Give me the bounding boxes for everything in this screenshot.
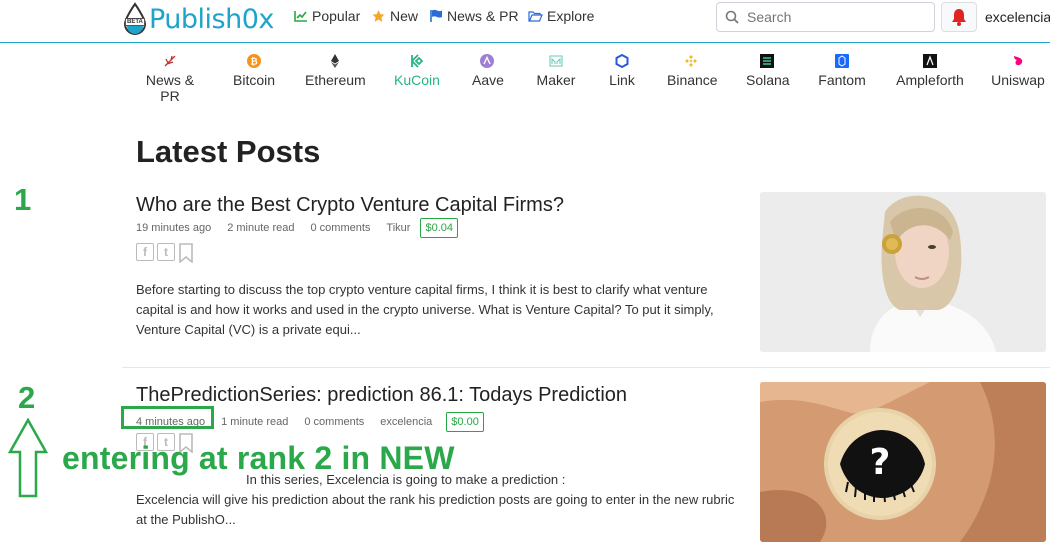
search-icon [725,10,739,24]
post-time: 19 minutes ago [136,222,212,234]
category-label: News & PR [145,72,195,104]
nav-new[interactable]: New [371,8,418,24]
facebook-share-icon[interactable]: f [136,243,154,261]
post-thumbnail-woman-coin[interactable] [760,192,1046,352]
search-box[interactable] [716,2,935,32]
fantom-icon [835,54,849,68]
category-news-pr[interactable]: News & PR [136,54,204,104]
category-label: KuCoin [394,72,440,88]
category-label: Maker [536,72,576,88]
nav-popular[interactable]: Popular [294,8,360,24]
news-feather-icon [164,55,176,67]
post-meta: 19 minutes ago 2 minute read 0 comments … [136,218,474,238]
logo-text: Publish0x [149,3,274,35]
post-excerpt: In this series, Excelencia is going to m… [136,470,741,530]
username-menu[interactable]: excelencia [985,9,1050,25]
flag-icon [430,9,442,22]
category-label: Bitcoin [233,72,276,88]
nav-explore-label: Explore [547,8,595,24]
nav-popular-label: Popular [312,8,361,24]
category-ampleforth[interactable]: Ampleforth [894,54,966,88]
star-icon [372,10,385,22]
tip-amount-badge: $0.00 [446,412,484,432]
category-label: Aave [472,72,504,88]
page-title: Latest Posts [136,134,321,169]
post-comments[interactable]: 0 comments [304,416,364,428]
category-label: Ethereum [305,72,366,88]
category-label: Solana [746,72,790,88]
ethereum-icon [331,54,339,68]
nav-news-pr-label: News & PR [447,8,519,24]
chart-line-icon [294,11,307,22]
bookmark-icon[interactable] [178,243,194,263]
post-read-time: 1 minute read [221,416,289,428]
category-label: Fantom [818,72,866,88]
post-excerpt-rest: Excelencia will give his prediction abou… [136,492,735,527]
category-binance[interactable]: Binance [667,54,718,88]
category-maker[interactable]: Maker [536,54,576,88]
post-divider [122,367,1050,368]
nav-new-label: New [390,8,419,24]
bitcoin-icon: ₿ [247,54,261,68]
post-thumbnail-question-coin[interactable]: ? [760,382,1046,542]
post-read-time: 2 minute read [227,222,295,234]
post-excerpt: Before starting to discuss the top crypt… [136,282,714,337]
aave-icon [480,54,494,68]
beta-badge: BETA [125,18,145,26]
notifications-button[interactable] [941,2,977,32]
kucoin-icon [411,54,423,68]
category-uniswap[interactable]: Uniswap [991,54,1045,88]
time-highlight-box [121,406,214,429]
ampleforth-icon [923,54,937,68]
logo-drop-icon: BETA [122,2,148,36]
svg-text:?: ? [870,442,891,483]
category-bitcoin[interactable]: ₿ Bitcoin [233,54,275,88]
rank-2-annotation: 2 [18,380,36,415]
twitter-share-icon[interactable]: t [157,243,175,261]
chainlink-icon [615,54,629,68]
post-title[interactable]: Who are the Best Crypto Venture Capital … [136,194,564,217]
category-link[interactable]: Link [608,54,636,88]
category-label: Binance [667,72,718,88]
maker-icon [549,55,563,67]
solana-icon [760,54,774,68]
post-comments[interactable]: 0 comments [310,222,370,234]
category-label: Ampleforth [896,72,964,88]
category-label: Uniswap [991,72,1045,88]
category-label: Link [609,72,635,88]
category-aave[interactable]: Aave [472,54,504,88]
up-arrow-annotation-icon [7,418,49,498]
folder-open-icon [528,11,543,22]
post-author[interactable]: excelencia [380,416,432,428]
post-author[interactable]: Tikur [386,222,410,234]
post-title[interactable]: ThePredictionSeries: prediction 86.1: To… [136,384,627,407]
rank-1-annotation: 1 [14,182,32,217]
share-buttons: f t [136,243,194,263]
nav-explore[interactable]: Explore [528,8,594,24]
category-ethereum[interactable]: Ethereum [305,54,366,88]
bell-icon [952,9,966,26]
tip-amount-badge: $0.04 [420,218,458,238]
nav-news-pr[interactable]: News & PR [430,8,519,24]
top-navbar: BETA Publish0x Popular New News & PR Exp… [0,0,1050,43]
category-fantom[interactable]: Fantom [818,54,866,88]
search-input[interactable] [747,9,917,25]
binance-icon [685,55,697,67]
rank-caption-annotation: entering at rank 2 in NEW [62,440,455,476]
svg-text:₿: ₿ [250,57,257,68]
publish0x-logo[interactable]: BETA Publish0x [122,0,274,38]
uniswap-icon [1014,56,1023,66]
category-kucoin[interactable]: KuCoin [394,54,440,88]
category-solana[interactable]: Solana [746,54,790,88]
